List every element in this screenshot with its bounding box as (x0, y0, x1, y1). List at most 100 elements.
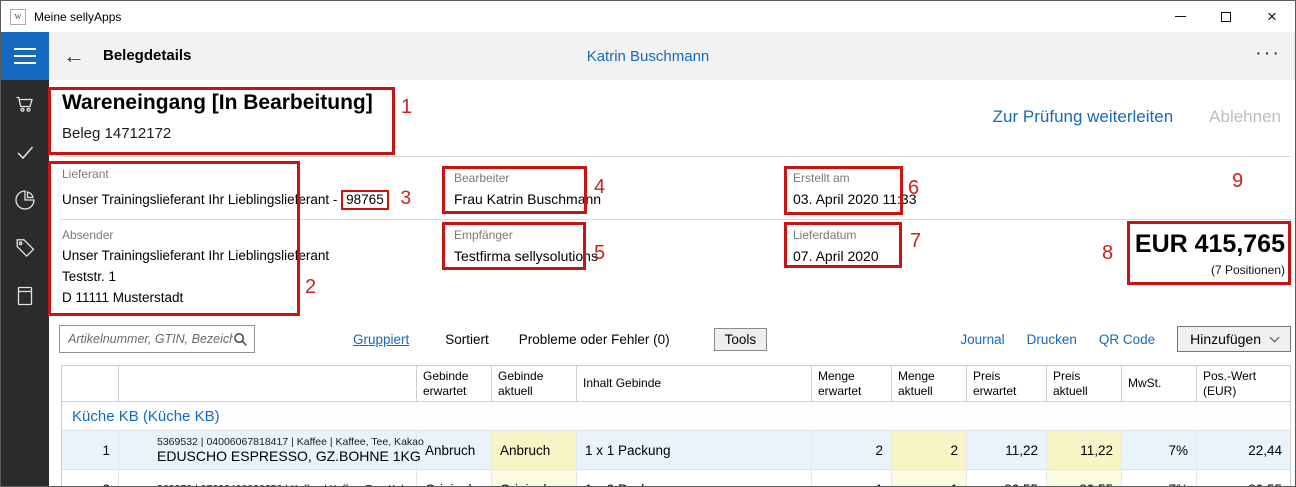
annotation-label-1: 1 (401, 96, 412, 119)
cell-pos-wert: 22,44 (1197, 431, 1290, 469)
row-number: 2 (62, 470, 119, 487)
article-name: EDUSCHO ESPRESSO, GZ.BOHNE 1KG (157, 448, 421, 464)
maximize-icon (1221, 12, 1231, 22)
col-menge-aktuell: Menge aktuell (892, 366, 967, 401)
article-meta: 5369532 | 04006067818417 | Kaffee | Kaff… (157, 436, 424, 448)
minimize-icon (1175, 16, 1186, 17)
lieferant-label: Lieferant (62, 167, 109, 181)
divider (61, 156, 1291, 157)
empfaenger-label: Empfänger (454, 228, 513, 242)
absender-label: Absender (62, 228, 113, 242)
cell-mwst: 7% (1122, 431, 1197, 469)
col-inhalt-gebinde: Inhalt Gebinde (577, 366, 812, 401)
window-title: Meine sellyApps (34, 10, 121, 24)
minimize-button[interactable] (1157, 1, 1203, 32)
cell-menge-aktuell[interactable]: 1 (892, 470, 967, 487)
journal-link[interactable]: Journal (960, 332, 1004, 347)
table-header-row: Gebinde erwartet Gebinde aktuell Inhalt … (62, 366, 1290, 402)
hinzufuegen-button[interactable]: Hinzufügen (1177, 326, 1291, 352)
lieferant-number: 98765 (341, 190, 389, 210)
more-options-button[interactable]: ··· (1255, 42, 1281, 65)
document-number: Beleg 14712172 (62, 125, 171, 142)
cell-preis-erwartet: 80,55 (967, 470, 1047, 487)
reject-button[interactable]: Ablehnen (1209, 107, 1281, 127)
table-row[interactable]: 1 5369532 | 04006067818417 | Kaffee | Ka… (62, 430, 1290, 469)
sidebar (1, 80, 49, 487)
check-icon (13, 140, 37, 164)
chevron-down-icon (1270, 332, 1280, 342)
cell-menge-erwartet: 1 (812, 470, 892, 487)
book-icon (13, 284, 37, 308)
cell-preis-aktuell[interactable]: 80,55 (1047, 470, 1122, 487)
title-bar: w Meine sellyApps × (1, 1, 1295, 32)
total-amount: EUR 415,765 (1135, 230, 1285, 259)
col-preis-erwartet: Preis erwartet (967, 366, 1047, 401)
cart-icon (13, 92, 37, 116)
lieferdatum-label: Lieferdatum (793, 228, 856, 242)
drucken-link[interactable]: Drucken (1027, 332, 1077, 347)
lieferant-value: Unser Trainingslieferant Ihr Lieblingsli… (62, 188, 411, 210)
sidebar-item-catalog[interactable] (1, 272, 49, 320)
search-box (59, 325, 255, 353)
col-menge-erwartet: Menge erwartet (812, 366, 892, 401)
row-description: 5369532 | 04006067818417 | Kaffee | Kaff… (119, 431, 417, 469)
search-icon (233, 332, 248, 347)
cell-inhalt: 1 x 1 Packung (577, 431, 812, 469)
positions-table: Gebinde erwartet Gebinde aktuell Inhalt … (61, 365, 1291, 487)
total-positions: (7 Positionen) (1211, 263, 1285, 277)
cell-gebinde-aktuell[interactable]: Anbruch (492, 431, 577, 469)
pie-chart-icon (13, 188, 37, 212)
document-title: Wareneingang [In Bearbeitung] (62, 91, 373, 115)
app-window: w Meine sellyApps × ← Belegdetails Katri… (0, 0, 1296, 487)
cell-menge-aktuell[interactable]: 2 (892, 431, 967, 469)
annotation-label-9: 9 (1232, 170, 1243, 193)
bearbeiter-label: Bearbeiter (454, 171, 509, 185)
cell-gebinde-aktuell[interactable]: Original (492, 470, 577, 487)
qr-code-link[interactable]: QR Code (1099, 332, 1155, 347)
erstellt-am-label: Erstellt am (793, 171, 850, 185)
annotation-label-2: 2 (305, 276, 316, 299)
bearbeiter-value: Frau Katrin Buschmann (454, 191, 601, 207)
sidebar-item-offers[interactable] (1, 224, 49, 272)
app-logo-icon: w (10, 9, 26, 25)
cell-gebinde-erwartet: Anbruch (417, 431, 492, 469)
col-mwst: MwSt. (1122, 366, 1197, 401)
annotation-label-7: 7 (910, 230, 921, 253)
tag-icon (13, 236, 37, 260)
forward-for-review-button[interactable]: Zur Prüfung weiterleiten (993, 107, 1173, 127)
divider (61, 219, 1291, 220)
close-button[interactable]: × (1249, 1, 1295, 32)
absender-line-3: D 11111 Musterstadt (62, 290, 183, 305)
erstellt-am-value: 03. April 2020 11:33 (793, 191, 917, 207)
cell-gebinde-erwartet: Original (417, 470, 492, 487)
cell-inhalt: 1 x 9 Packungen (577, 470, 812, 487)
maximize-button[interactable] (1203, 1, 1249, 32)
tab-probleme[interactable]: Probleme oder Fehler (0) (519, 332, 670, 347)
sidebar-item-reports[interactable] (1, 176, 49, 224)
search-input[interactable] (68, 332, 233, 346)
col-preis-aktuell: Preis aktuell (1047, 366, 1122, 401)
row-description: 369379 | 07622400820250 | Kaffee | Kaffe… (119, 470, 417, 487)
close-icon: × (1267, 8, 1277, 25)
empfaenger-value: Testfirma sellysolutions (454, 248, 598, 264)
cell-preis-erwartet: 11,22 (967, 431, 1047, 469)
col-gebinde-aktuell: Gebinde aktuell (492, 366, 577, 401)
annotation-label-3: 3 (400, 188, 411, 209)
lieferdatum-value: 07. April 2020 (793, 248, 879, 264)
cell-preis-aktuell[interactable]: 11,22 (1047, 431, 1122, 469)
sidebar-item-tasks[interactable] (1, 128, 49, 176)
sidebar-item-cart[interactable] (1, 80, 49, 128)
app-header: ← Belegdetails Katrin Buschmann ··· (1, 32, 1295, 80)
article-meta: 369379 | 07622400820250 | Kaffee | Kaffe… (157, 483, 418, 487)
cell-pos-wert: 80,55 (1197, 470, 1290, 487)
cell-mwst: 7% (1122, 470, 1197, 487)
table-row[interactable]: 2 369379 | 07622400820250 | Kaffee | Kaf… (62, 469, 1290, 487)
tools-button[interactable]: Tools (714, 328, 768, 351)
col-gebinde-erwartet: Gebinde erwartet (417, 366, 492, 401)
group-row[interactable]: Küche KB (Küche KB) (62, 402, 1290, 430)
tab-gruppiert[interactable]: Gruppiert (353, 332, 409, 347)
positions-toolbar: Gruppiert Sortiert Probleme oder Fehler … (59, 324, 1291, 354)
col-pos-wert: Pos.-Wert (EUR) (1197, 366, 1290, 401)
absender-line-2: Teststr. 1 (62, 269, 116, 284)
tab-sortiert[interactable]: Sortiert (445, 332, 489, 347)
